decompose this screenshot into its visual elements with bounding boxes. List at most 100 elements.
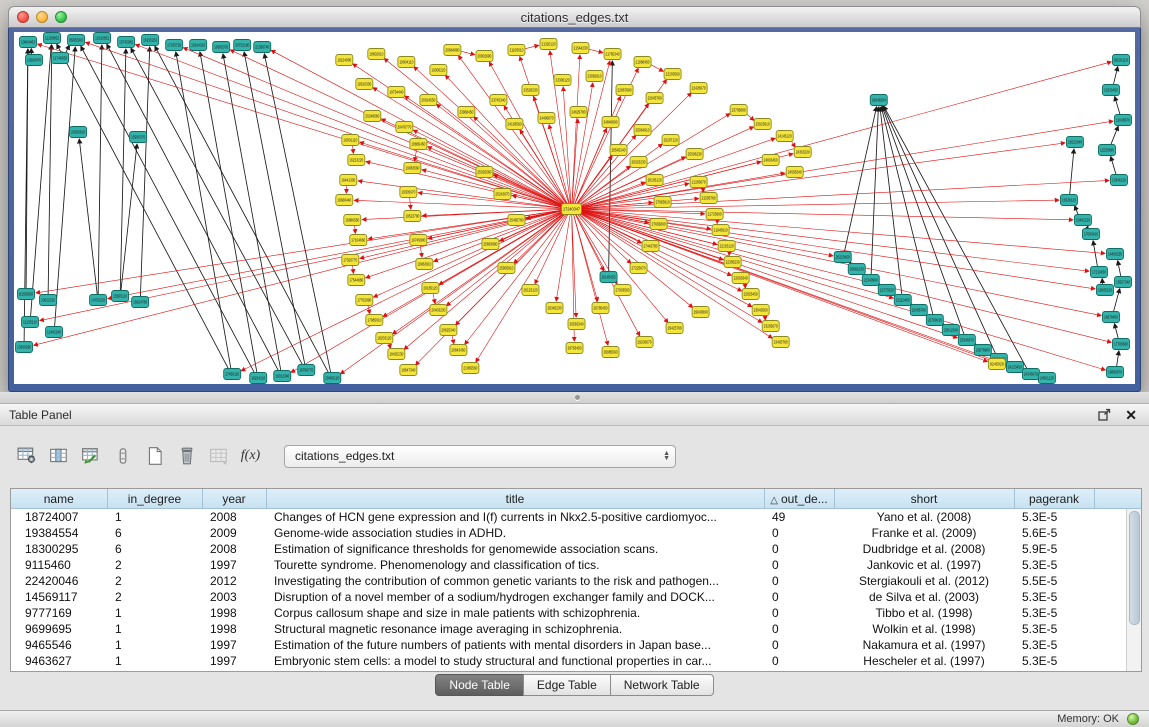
graph-node[interactable]: 12610651: [94, 33, 111, 44]
graph-node[interactable]: 15930370: [130, 132, 147, 143]
graph-node[interactable]: 21283670: [690, 177, 707, 188]
graph-node[interactable]: 20881230: [848, 264, 865, 275]
tab-edge-table[interactable]: Edge Table: [523, 674, 611, 696]
graph-node[interactable]: 23012340: [942, 325, 959, 336]
graph-node[interactable]: 29425780: [666, 323, 683, 334]
graph-node[interactable]: 17093410: [1082, 229, 1099, 240]
column-header-short[interactable]: short: [834, 489, 1014, 509]
graph-node[interactable]: 23528230: [522, 85, 539, 96]
graph-node[interactable]: 18890670: [1106, 367, 1123, 378]
rows-icon[interactable]: [110, 444, 135, 468]
graph-node[interactable]: 28545340: [610, 145, 627, 156]
graph-node[interactable]: 19305670: [400, 187, 417, 198]
graph-node[interactable]: 25905910: [498, 263, 515, 274]
graph-node[interactable]: 11045670: [1114, 115, 1131, 126]
graph-node[interactable]: 16605120: [1096, 285, 1113, 296]
scrollbar-thumb[interactable]: [1129, 511, 1140, 625]
graph-node[interactable]: 21358740: [254, 42, 271, 53]
graph-node[interactable]: 21105010: [508, 45, 525, 56]
panel-splitter[interactable]: [0, 392, 1149, 403]
graph-node[interactable]: 20902990: [476, 51, 493, 62]
graph-node[interactable]: 26563340: [568, 319, 585, 330]
column-header-out-de-[interactable]: △out_de...: [764, 489, 834, 509]
graph-node[interactable]: 18602010: [368, 49, 385, 60]
graph-node[interactable]: 24123450: [1006, 362, 1023, 373]
graph-node[interactable]: 27883910: [654, 197, 671, 208]
table-row[interactable]: 946554611997Estimation of the future num…: [11, 637, 1141, 653]
graph-node[interactable]: 14456230: [1106, 249, 1123, 260]
graph-node[interactable]: 14755220: [90, 295, 107, 306]
graph-node[interactable]: 24629780: [570, 107, 587, 118]
graph-node[interactable]: 18224080: [336, 55, 353, 66]
graph-node[interactable]: 16402210: [1074, 215, 1091, 226]
graph-node[interactable]: 17762990: [356, 295, 373, 306]
graph-node[interactable]: 10230450: [1102, 85, 1119, 96]
graph-node[interactable]: 16155262: [142, 35, 159, 46]
graph-node[interactable]: 27003560: [614, 285, 631, 296]
table-row[interactable]: 969969511998Structural magnetic resonanc…: [11, 621, 1141, 637]
graph-node[interactable]: 15938120: [1060, 195, 1077, 206]
graph-node[interactable]: 19306220: [430, 65, 447, 76]
graph-node[interactable]: 21340990: [862, 275, 879, 286]
graph-node[interactable]: 9595560: [68, 35, 85, 46]
graph-node[interactable]: 20024550: [420, 95, 437, 106]
delete-columns-icon[interactable]: [174, 444, 199, 468]
graph-node[interactable]: 25287120: [662, 135, 679, 146]
graph-node[interactable]: 23968450: [458, 107, 475, 118]
zoom-window-button[interactable]: [55, 11, 67, 23]
graph-node[interactable]: 19510330: [356, 79, 373, 90]
graph-node[interactable]: 15505110: [112, 291, 129, 302]
table-row[interactable]: 1830029562008Estimation of significance …: [11, 541, 1141, 557]
graph-node[interactable]: 9155560: [18, 289, 35, 300]
close-panel-icon[interactable]: ✕: [1125, 409, 1137, 421]
graph-node[interactable]: 28105120: [646, 175, 663, 186]
graph-node[interactable]: 20403230: [430, 305, 447, 316]
graph-node[interactable]: 19734440: [388, 87, 405, 98]
graph-node[interactable]: 21945910: [712, 225, 729, 236]
graph-node[interactable]: 25243670: [494, 189, 511, 200]
graph-node[interactable]: 12230890: [1098, 145, 1115, 156]
graph-node[interactable]: 22789010: [926, 315, 943, 326]
graph-node[interactable]: 19788770: [298, 365, 315, 376]
graph-node[interactable]: 21765340: [604, 49, 621, 60]
graph-node[interactable]: 27225670: [630, 263, 647, 274]
table-row[interactable]: 946362711997Embryonic stem cells: a mode…: [11, 653, 1141, 669]
graph-node[interactable]: 23306120: [554, 75, 571, 86]
graph-node[interactable]: 26123120: [522, 285, 539, 296]
graph-node[interactable]: 10022310: [40, 295, 57, 306]
graph-node[interactable]: 19012340: [274, 371, 291, 382]
graph-node[interactable]: 21773320: [878, 285, 895, 296]
graph-node[interactable]: 26785450: [592, 303, 609, 314]
graph-node[interactable]: 17789560: [1112, 339, 1129, 350]
table-row[interactable]: 911546021997Tourette syndrome. Phenomeno…: [11, 557, 1141, 573]
graph-node[interactable]: 22867890: [616, 85, 633, 96]
graph-node[interactable]: 23678900: [974, 345, 991, 356]
graph-node[interactable]: 21988450: [634, 57, 651, 68]
graph-node[interactable]: 24585340: [786, 167, 803, 178]
graph-node[interactable]: 22110450: [894, 295, 911, 306]
table-vertical-scrollbar[interactable]: [1126, 509, 1141, 671]
table-row[interactable]: 1938455462009Genome-wide association stu…: [11, 525, 1141, 541]
graph-node[interactable]: 12482240: [46, 327, 63, 338]
graph-node[interactable]: 18203120: [376, 333, 393, 344]
graph-node[interactable]: 10590070: [26, 55, 43, 66]
graph-node[interactable]: 17544880: [348, 275, 365, 286]
network-table-select[interactable]: citations_edges.txt ▲▼: [284, 445, 676, 468]
graph-node[interactable]: 17105729: [166, 40, 183, 51]
graph-node[interactable]: 16668440: [336, 195, 353, 206]
graph-node[interactable]: 25025560: [476, 167, 493, 178]
graph-node[interactable]: 27443780: [642, 241, 659, 252]
graph-node[interactable]: 26345230: [546, 303, 563, 314]
graph-node[interactable]: 22603340: [732, 273, 749, 284]
graph-node[interactable]: 11749039: [52, 53, 69, 64]
table-row[interactable]: 977716911998Corpus callosum shape and si…: [11, 605, 1141, 621]
graph-node[interactable]: 16223220: [348, 155, 365, 166]
window-titlebar[interactable]: citations_edges.txt: [8, 6, 1141, 28]
graph-node[interactable]: 13360290: [16, 342, 33, 353]
graph-node[interactable]: 16441330: [340, 175, 357, 186]
graph-node[interactable]: 24145120: [776, 131, 793, 142]
graph-node[interactable]: 20476770: [396, 122, 413, 133]
graph-node[interactable]: 23345670: [958, 335, 975, 346]
create-column-icon[interactable]: [142, 444, 167, 468]
graph-node[interactable]: 19145453: [600, 272, 617, 283]
